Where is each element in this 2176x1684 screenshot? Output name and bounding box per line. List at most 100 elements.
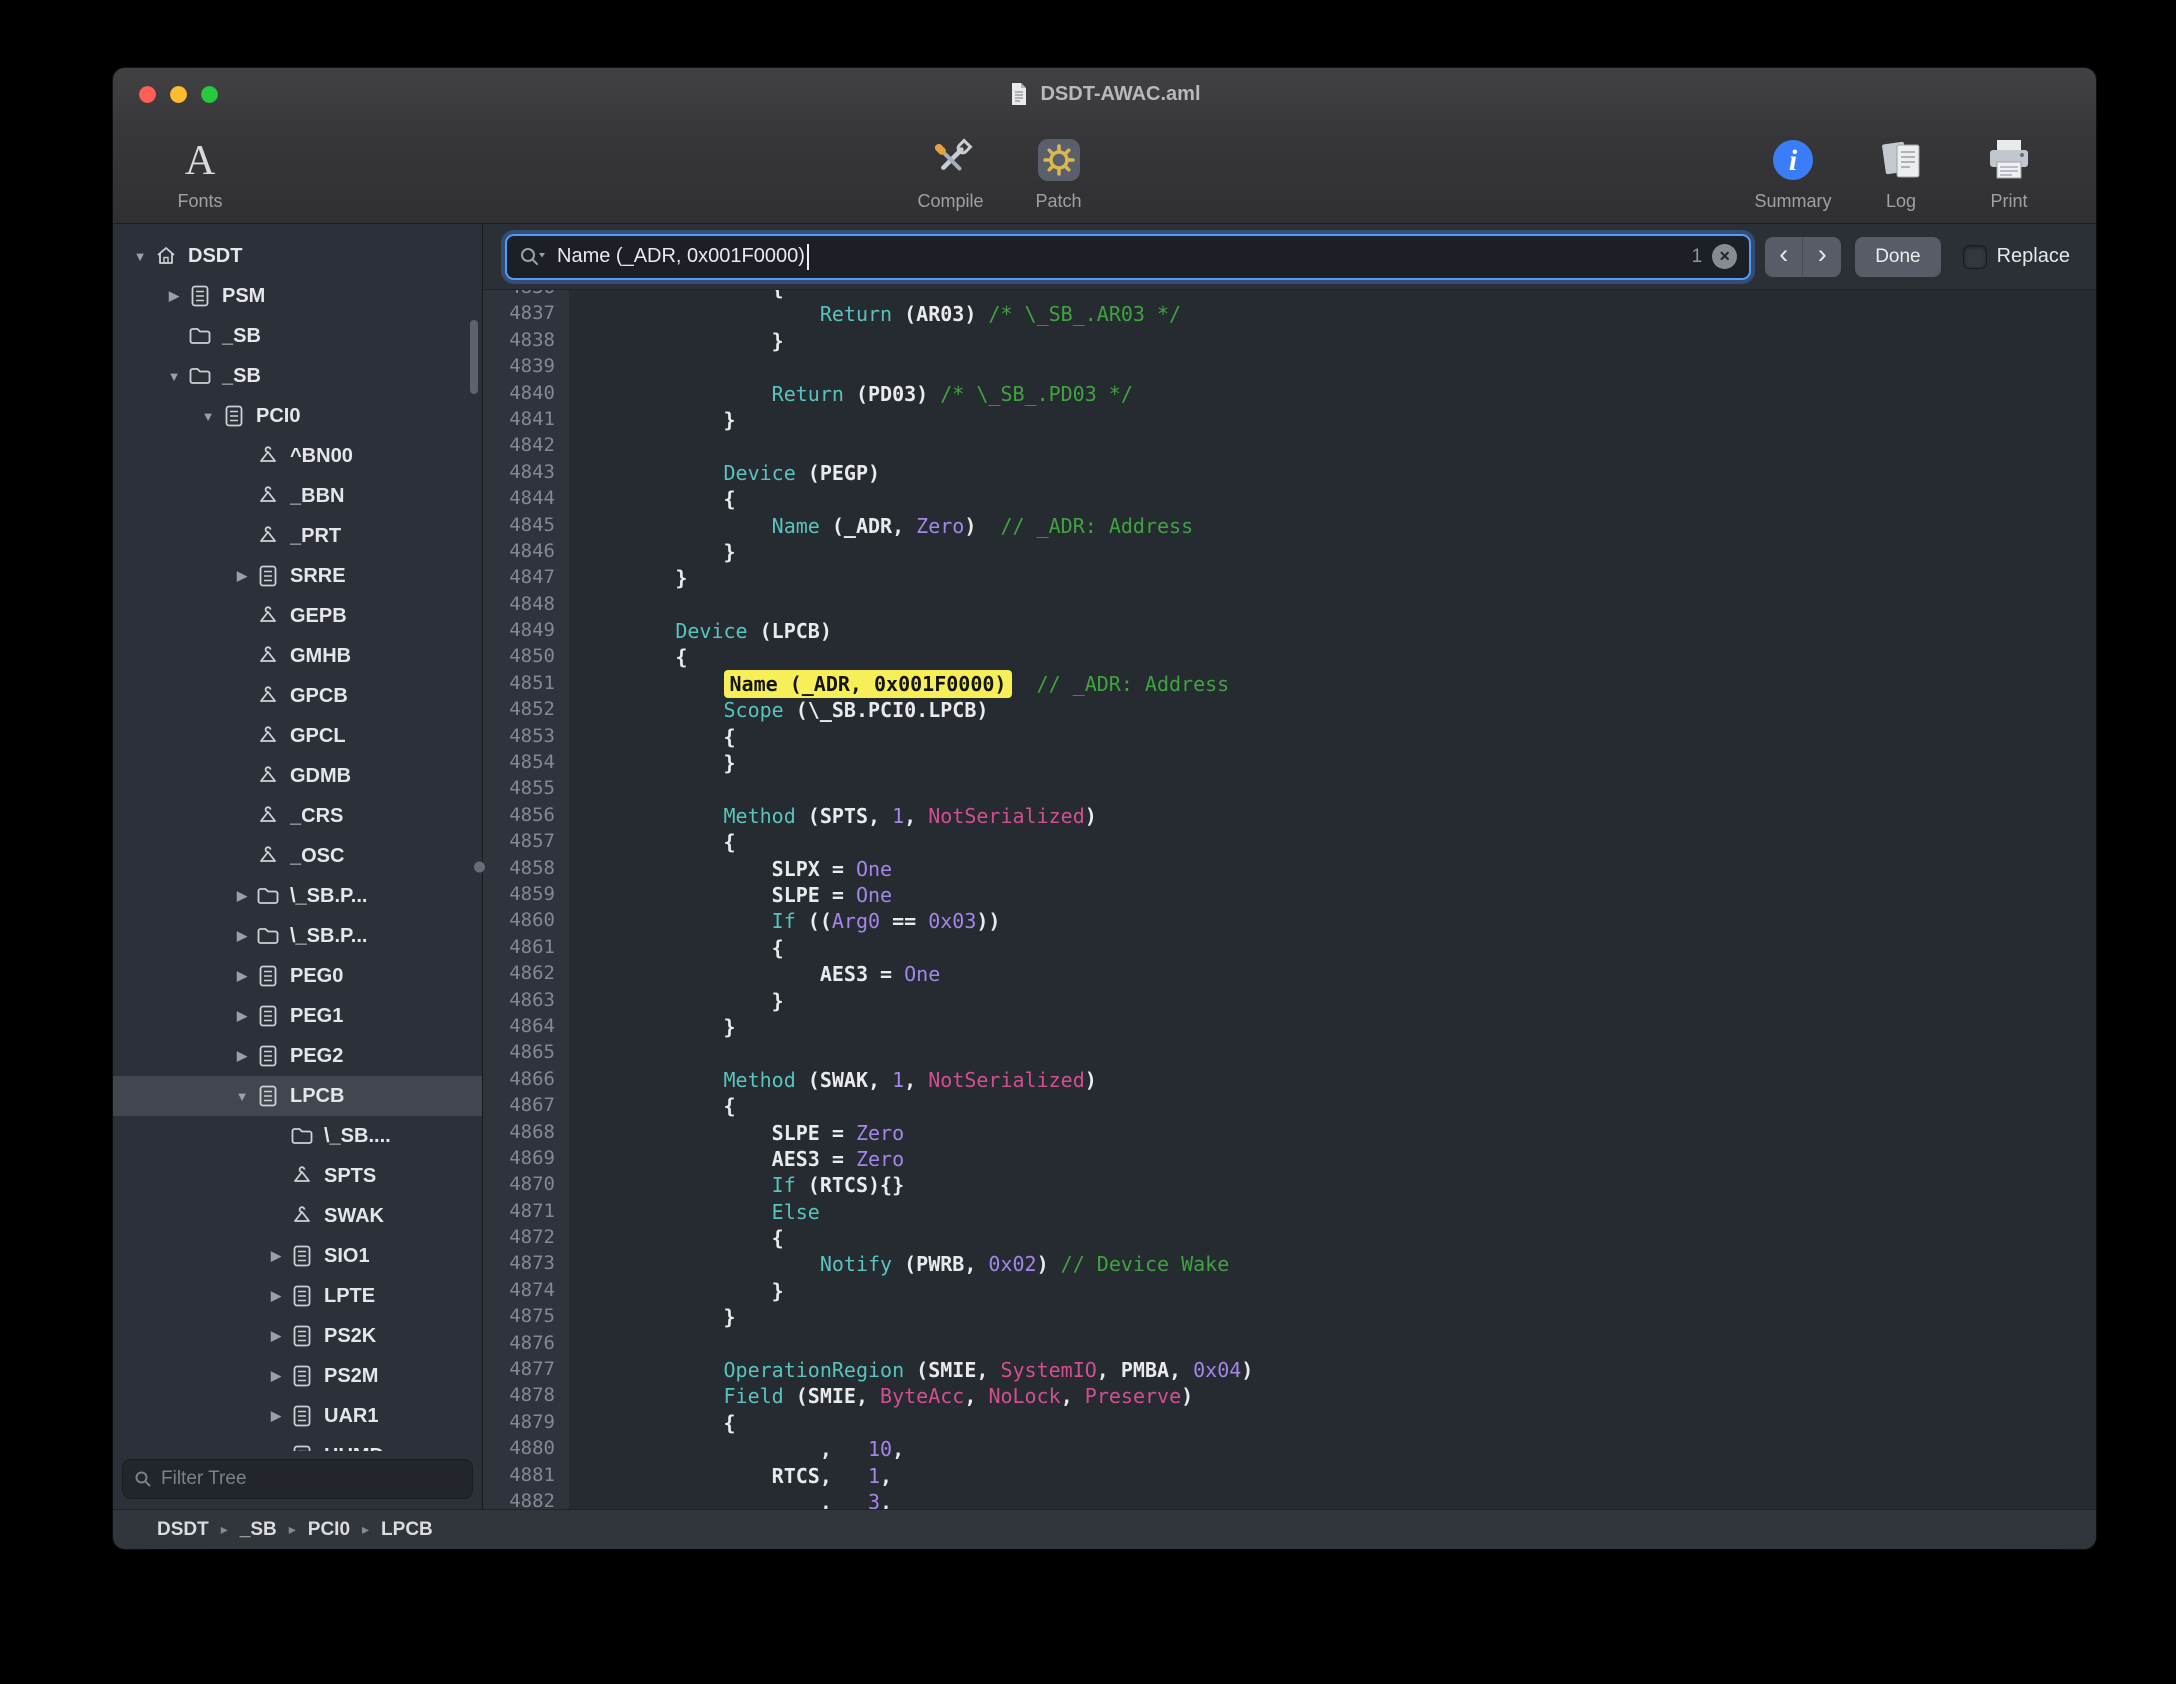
print-icon xyxy=(1984,137,2034,183)
disclosure-triangle[interactable]: ▶ xyxy=(229,888,255,904)
sidebar-scrollbar[interactable] xyxy=(470,320,478,394)
tree-item-bbn[interactable]: _BBN xyxy=(113,476,482,516)
tree-item-lpcb[interactable]: ▼LPCB xyxy=(113,1076,482,1116)
disclosure-triangle[interactable]: ▶ xyxy=(263,1248,289,1264)
toolbar-button-compile[interactable]: Compile xyxy=(908,131,994,212)
search-input[interactable]: Name (_ADR, 0x001F0000) 1 xyxy=(505,234,1751,280)
disclosure-triangle[interactable]: ▼ xyxy=(127,249,153,264)
tree-item-sb[interactable]: ▼_SB xyxy=(113,356,482,396)
code-editor[interactable]: 4836483748384839484048414842484348444845… xyxy=(483,290,2096,1509)
zoom-button[interactable] xyxy=(201,86,218,103)
line-number: 4863 xyxy=(483,989,555,1015)
tree-item-sb[interactable]: _SB xyxy=(113,316,482,356)
method-icon xyxy=(255,483,281,509)
tree-item-label: GPCL xyxy=(290,725,346,748)
tree-item-label: SWAK xyxy=(324,1205,384,1228)
code-line-4858: SLPX = One xyxy=(579,857,2096,883)
method-icon xyxy=(289,1163,315,1189)
tree-item-sbp[interactable]: ▶\_SB.P... xyxy=(113,916,482,956)
disclosure-triangle[interactable]: ▼ xyxy=(161,369,187,384)
tree-item-lpte[interactable]: ▶LPTE xyxy=(113,1276,482,1316)
search-menu-icon[interactable] xyxy=(519,246,547,268)
previous-match-button[interactable]: ‹ xyxy=(1765,237,1803,277)
disclosure-triangle[interactable]: ▶ xyxy=(229,568,255,584)
disclosure-triangle[interactable]: ▶ xyxy=(263,1408,289,1424)
tree-item-gpcl[interactable]: GPCL xyxy=(113,716,482,756)
code-content[interactable]: { Return (AR03) /* \_SB_.AR03 */ } Retur… xyxy=(569,290,2096,1509)
tree-item-peg1[interactable]: ▶PEG1 xyxy=(113,996,482,1036)
tree-item-psm[interactable]: ▶PSM xyxy=(113,276,482,316)
line-number: 4846 xyxy=(483,540,555,566)
tree-item-gepb[interactable]: GEPB xyxy=(113,596,482,636)
tree-item-sio1[interactable]: ▶SIO1 xyxy=(113,1236,482,1276)
editor-pane: Name (_ADR, 0x001F0000) 1 ‹ › Done Repla… xyxy=(483,224,2096,1509)
tree-item-dsdt[interactable]: ▼DSDT xyxy=(113,236,482,276)
tree-item-gmhb[interactable]: GMHB xyxy=(113,636,482,676)
tree-item-uar1[interactable]: ▶UAR1 xyxy=(113,1396,482,1436)
splitter-handle[interactable] xyxy=(474,861,485,872)
line-number: 4842 xyxy=(483,434,555,460)
line-number: 4841 xyxy=(483,408,555,434)
disclosure-triangle[interactable]: ▶ xyxy=(263,1328,289,1344)
breadcrumb-item-sb[interactable]: _SB xyxy=(240,1519,277,1541)
toolbar-button-log[interactable]: Log xyxy=(1858,131,1944,212)
method-icon xyxy=(255,603,281,629)
done-button[interactable]: Done xyxy=(1855,237,1940,277)
toolbar-label: Patch xyxy=(1035,191,1081,212)
breadcrumb-item-pci0[interactable]: PCI0 xyxy=(308,1519,350,1541)
line-number: 4862 xyxy=(483,962,555,988)
disclosure-triangle[interactable]: ▶ xyxy=(229,968,255,984)
minimize-button[interactable] xyxy=(170,86,187,103)
disclosure-triangle[interactable]: ▶ xyxy=(229,1048,255,1064)
toolbar-button-fonts[interactable]: AFonts xyxy=(157,131,243,212)
toolbar: AFonts Compile Patch iSummary Log Print xyxy=(113,120,2096,224)
tree-item-humd[interactable]: ▶HUMD xyxy=(113,1436,482,1451)
breadcrumb-bar: DSDT▸_SB▸PCI0▸LPCB xyxy=(113,1509,2096,1549)
disclosure-triangle[interactable]: ▶ xyxy=(263,1368,289,1384)
tree-item-prt[interactable]: _PRT xyxy=(113,516,482,556)
title-bar[interactable]: DSDT-AWAC.aml xyxy=(113,68,2096,120)
toolbar-button-summary[interactable]: iSummary xyxy=(1750,131,1836,212)
search-query: Name (_ADR, 0x001F0000) xyxy=(557,244,1682,270)
tree-item-spts[interactable]: SPTS xyxy=(113,1156,482,1196)
disclosure-triangle[interactable]: ▼ xyxy=(229,1089,255,1104)
tree-item-srre[interactable]: ▶SRRE xyxy=(113,556,482,596)
clear-search-button[interactable] xyxy=(1712,244,1737,269)
disclosure-triangle[interactable]: ▶ xyxy=(161,288,187,304)
disclosure-triangle[interactable]: ▶ xyxy=(263,1288,289,1304)
toolbar-button-patch[interactable]: Patch xyxy=(1016,131,1102,212)
tree-item-ps2m[interactable]: ▶PS2M xyxy=(113,1356,482,1396)
toolbar-label: Print xyxy=(1990,191,2027,212)
code-line-4841: } xyxy=(579,408,2096,434)
tree-item-pci0[interactable]: ▼PCI0 xyxy=(113,396,482,436)
search-match-highlight: Name (_ADR, 0x001F0000) xyxy=(724,670,1013,698)
tree-item-crs[interactable]: _CRS xyxy=(113,796,482,836)
tree-item-peg2[interactable]: ▶PEG2 xyxy=(113,1036,482,1076)
find-bar: Name (_ADR, 0x001F0000) 1 ‹ › Done Repla… xyxy=(483,224,2096,290)
tree-item-ps2k[interactable]: ▶PS2K xyxy=(113,1316,482,1356)
code-line-4842 xyxy=(579,434,2096,460)
disclosure-triangle[interactable]: ▶ xyxy=(229,1008,255,1024)
code-line-4851: Name (_ADR, 0x001F0000) // _ADR: Address xyxy=(579,672,2096,698)
tree-item-sb[interactable]: \_SB.... xyxy=(113,1116,482,1156)
tree-item-osc[interactable]: _OSC xyxy=(113,836,482,876)
disclosure-triangle[interactable]: ▶ xyxy=(229,928,255,944)
code-line-4855 xyxy=(579,777,2096,803)
code-line-4846: } xyxy=(579,540,2096,566)
tree-item-peg0[interactable]: ▶ PEG0 xyxy=(113,956,482,996)
breadcrumb-item-dsdt[interactable]: DSDT xyxy=(157,1519,209,1541)
disclosure-triangle[interactable]: ▼ xyxy=(195,409,221,424)
tree-item-gdmb[interactable]: GDMB xyxy=(113,756,482,796)
tree-item-gpcb[interactable]: GPCB xyxy=(113,676,482,716)
tree-item-swak[interactable]: SWAK xyxy=(113,1196,482,1236)
toolbar-button-print[interactable]: Print xyxy=(1966,131,2052,212)
filter-tree-input[interactable]: Filter Tree xyxy=(122,1459,473,1499)
tree-item-sbp[interactable]: ▶\_SB.P... xyxy=(113,876,482,916)
line-number: 4879 xyxy=(483,1411,555,1437)
tree-item-bn00[interactable]: ^BN00 xyxy=(113,436,482,476)
next-match-button[interactable]: › xyxy=(1803,237,1841,277)
replace-checkbox[interactable] xyxy=(1963,245,1987,269)
breadcrumb-item-lpcb[interactable]: LPCB xyxy=(381,1519,433,1541)
close-button[interactable] xyxy=(139,86,156,103)
tree-item-label: PEG0 xyxy=(290,965,343,988)
